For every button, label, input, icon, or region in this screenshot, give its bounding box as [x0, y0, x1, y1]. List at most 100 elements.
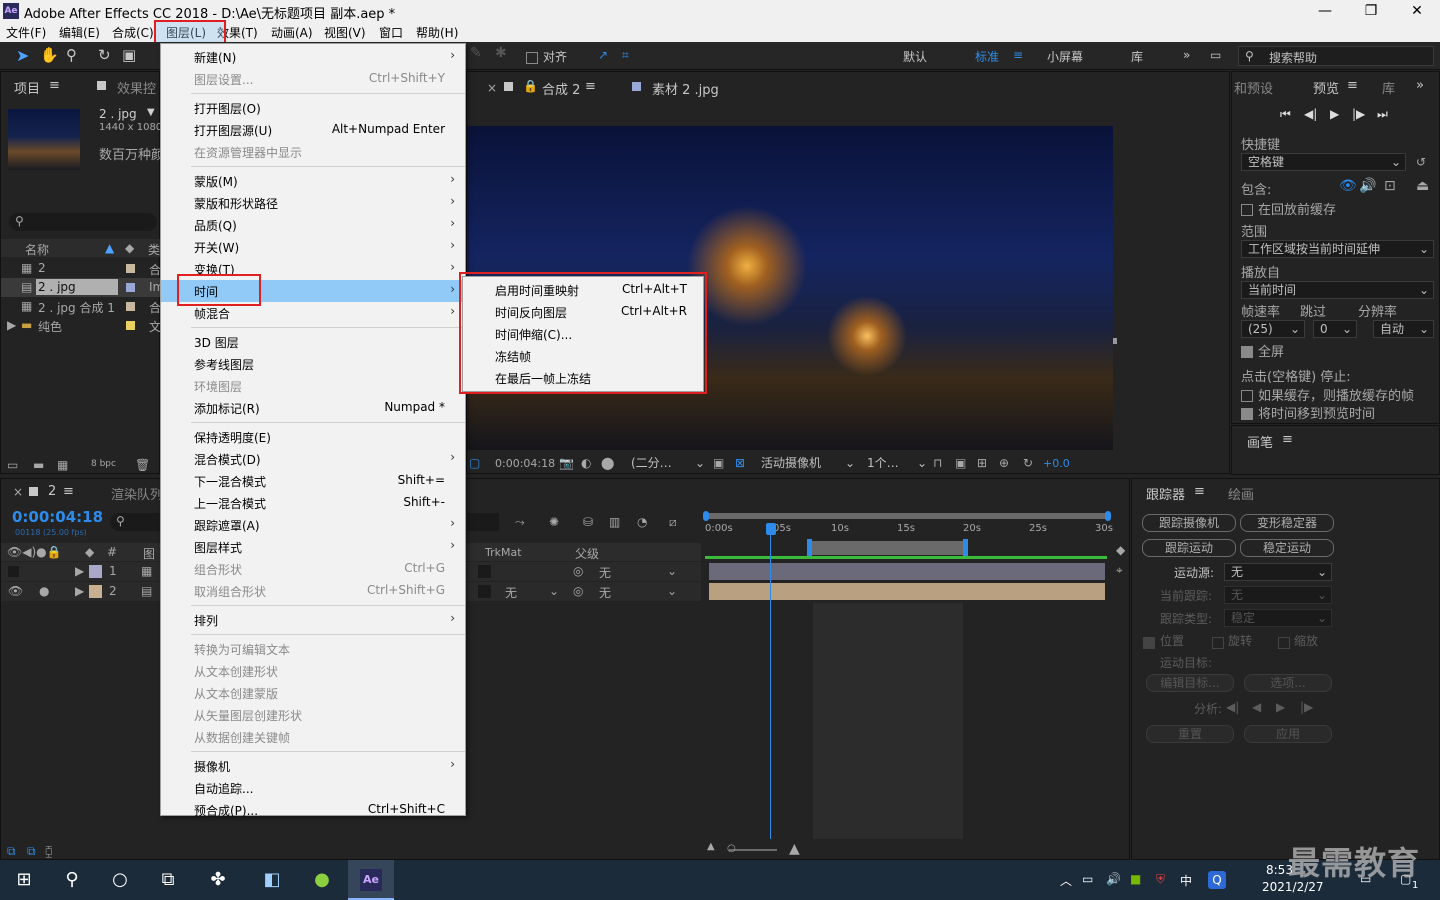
- tab-render-queue[interactable]: 渲染队列: [111, 484, 163, 503]
- sort-ascending-icon[interactable]: ▲: [105, 241, 114, 255]
- timeline-graph[interactable]: 0:00s 05s 10s 15s 20s 25s 30s: [703, 509, 1113, 839]
- new-folder-icon[interactable]: ▬: [33, 458, 44, 472]
- security-shield-icon[interactable]: ⛨: [1156, 872, 1165, 887]
- ime-indicator[interactable]: 中: [1180, 872, 1192, 889]
- camera-tool-icon[interactable]: ▣: [122, 46, 136, 64]
- parent-value[interactable]: 无: [599, 564, 611, 581]
- reset-shortcut-icon[interactable]: ↺: [1416, 155, 1426, 169]
- workspace-standard[interactable]: 标准: [975, 48, 999, 65]
- layer-menu-item[interactable]: 自动追踪...: [161, 777, 465, 799]
- work-area-start[interactable]: [807, 539, 812, 557]
- pinwheel-app-icon[interactable]: ✤: [198, 868, 238, 892]
- comp-menu-icon[interactable]: ≡: [585, 79, 596, 94]
- visibility-toggle[interactable]: [8, 566, 19, 577]
- tab-project[interactable]: 项目: [14, 78, 40, 97]
- workspace-more-icon[interactable]: »: [1183, 48, 1190, 62]
- reset-exposure-icon[interactable]: ↻: [1023, 456, 1033, 470]
- viewer-resize-handle[interactable]: [1113, 338, 1117, 344]
- menu-edit[interactable]: 编辑(E): [59, 24, 100, 41]
- previous-frame-icon[interactable]: ◀|: [1304, 107, 1317, 121]
- tab-brush[interactable]: 画笔: [1247, 432, 1273, 451]
- preview-resolution-select[interactable]: 自动 ⌄: [1373, 320, 1434, 338]
- viewer-timecode[interactable]: 0:00:04:18: [495, 457, 555, 470]
- col-trkmat[interactable]: TrkMat: [485, 546, 522, 559]
- first-frame-icon[interactable]: ⏮: [1280, 107, 1291, 122]
- expand-arrow-icon[interactable]: ▶: [75, 564, 84, 578]
- next-frame-icon[interactable]: |▶: [1352, 107, 1365, 121]
- selection-tool-icon[interactable]: ➤: [16, 46, 29, 65]
- start-icon[interactable]: ⊞: [4, 868, 44, 892]
- timeline-search-input[interactable]: ⚲: [110, 513, 161, 531]
- chevron-down-icon[interactable]: ⌄: [549, 584, 559, 598]
- col-layer-name[interactable]: 图: [143, 545, 155, 562]
- notebook-app-icon[interactable]: ◧: [252, 868, 292, 892]
- qq-icon[interactable]: Q: [1208, 871, 1226, 889]
- nvidia-icon[interactable]: ■: [1130, 872, 1141, 886]
- last-frame-icon[interactable]: ⏭: [1377, 107, 1388, 122]
- close-tab-icon[interactable]: ×: [487, 81, 497, 95]
- motion-blur-icon[interactable]: ◔: [637, 515, 647, 529]
- skip-select[interactable]: 0 ⌄: [1313, 320, 1357, 338]
- workspace-menu-icon[interactable]: ≡: [1013, 48, 1023, 62]
- fullscreen-checkbox[interactable]: [1241, 344, 1253, 358]
- in-out-icon[interactable]: ⧮: [45, 844, 53, 859]
- show-hidden-icons[interactable]: ︿: [1060, 872, 1072, 889]
- col-parent[interactable]: 父级: [575, 545, 599, 562]
- layer-menu-item[interactable]: 下一混合模式 Shift+=: [161, 470, 465, 492]
- channel-icon[interactable]: ⬤: [601, 456, 614, 470]
- track-motion-button[interactable]: 跟踪运动: [1142, 539, 1236, 557]
- play-from-select[interactable]: 当前时间 ⌄: [1241, 281, 1434, 299]
- layer-bar-1[interactable]: [709, 563, 1105, 580]
- layer-menu-item[interactable]: 跟踪遮罩(A) ›: [161, 514, 465, 536]
- stabilize-motion-button[interactable]: 稳定运动: [1240, 539, 1334, 557]
- delete-icon[interactable]: 🗑: [135, 458, 150, 472]
- close-button[interactable]: ✕: [1394, 0, 1440, 22]
- layer-label-color[interactable]: [89, 585, 102, 598]
- layer-menu-item[interactable]: 3D 图层: [161, 331, 465, 353]
- layer-menu-item[interactable]: 排列 ›: [161, 609, 465, 631]
- cortana-icon[interactable]: ○: [100, 868, 140, 892]
- toggle-pixel-aspect-icon[interactable]: ⊓: [933, 456, 942, 470]
- shortcut-select[interactable]: 空格键 ⌄: [1241, 153, 1406, 171]
- interpret-footage-icon[interactable]: ▭: [7, 458, 18, 472]
- region-of-interest-icon[interactable]: ▢: [469, 456, 480, 470]
- overlay-include-icon[interactable]: ⊡: [1384, 178, 1396, 194]
- layer-menu-item[interactable]: 蒙版(M) ›: [161, 170, 465, 192]
- layer-menu-item[interactable]: 摄像机 ›: [161, 755, 465, 777]
- zoom-slider-thumb[interactable]: ○: [727, 843, 736, 854]
- shy-icon[interactable]: ⛁: [583, 515, 593, 529]
- layer-menu-item[interactable]: 混合模式(D) ›: [161, 448, 465, 470]
- layer-menu-item[interactable]: 新建(N) ›: [161, 46, 465, 68]
- sync-settings-icon[interactable]: ▭: [1210, 48, 1221, 62]
- snap-grid-icon[interactable]: ⌗: [622, 48, 629, 63]
- solo-dot-icon[interactable]: ●: [39, 584, 49, 598]
- layer-switches-icon[interactable]: ⧉: [7, 844, 16, 859]
- flowchart-icon[interactable]: ⊞: [977, 456, 987, 470]
- tab-effect-controls[interactable]: 效果控: [117, 78, 156, 97]
- project-item[interactable]: ▦ 2 合: [1, 259, 161, 278]
- project-item[interactable]: ▦ 2 . jpg 合成 1 合: [1, 297, 161, 316]
- tab-tracker[interactable]: 跟踪器: [1146, 484, 1185, 503]
- menu-file[interactable]: 文件(F): [6, 24, 46, 41]
- menu-animation[interactable]: 动画(A): [271, 24, 313, 41]
- layer-menu-item[interactable]: 添加标记(R) Numpad *: [161, 397, 465, 419]
- col-name[interactable]: 名称: [25, 241, 49, 258]
- layer-menu-item[interactable]: 预合成(P)... Ctrl+Shift+C: [161, 799, 465, 821]
- layer-menu-item[interactable]: 打开图层源(U) Alt+Numpad Enter: [161, 119, 465, 141]
- playhead-handle[interactable]: [766, 523, 776, 535]
- search-help-field[interactable]: ⚲ 搜索帮助: [1238, 46, 1434, 66]
- tab-footage[interactable]: 素材 2 .jpg: [652, 79, 719, 98]
- layer-menu-item[interactable]: 品质(Q) ›: [161, 214, 465, 236]
- network-icon[interactable]: ▭: [1082, 872, 1093, 886]
- view-layout-select[interactable]: 1个… ⌄: [861, 455, 927, 473]
- fast-draft-icon[interactable]: ▣: [955, 456, 966, 470]
- show-snapshot-icon[interactable]: ◐: [581, 456, 591, 470]
- menu-window[interactable]: 窗口: [379, 24, 403, 41]
- transparency-grid-icon[interactable]: ⊠: [735, 456, 745, 470]
- camera-select[interactable]: 活动摄像机 ⌄: [755, 455, 855, 473]
- workspace-library[interactable]: 库: [1131, 48, 1143, 65]
- pin-tool-icon[interactable]: ✎: [470, 45, 482, 61]
- thumbnail-dropdown-icon[interactable]: ▼: [147, 107, 155, 118]
- menu-help[interactable]: 帮助(H): [416, 24, 458, 41]
- fps-select[interactable]: (25) ⌄: [1241, 320, 1305, 338]
